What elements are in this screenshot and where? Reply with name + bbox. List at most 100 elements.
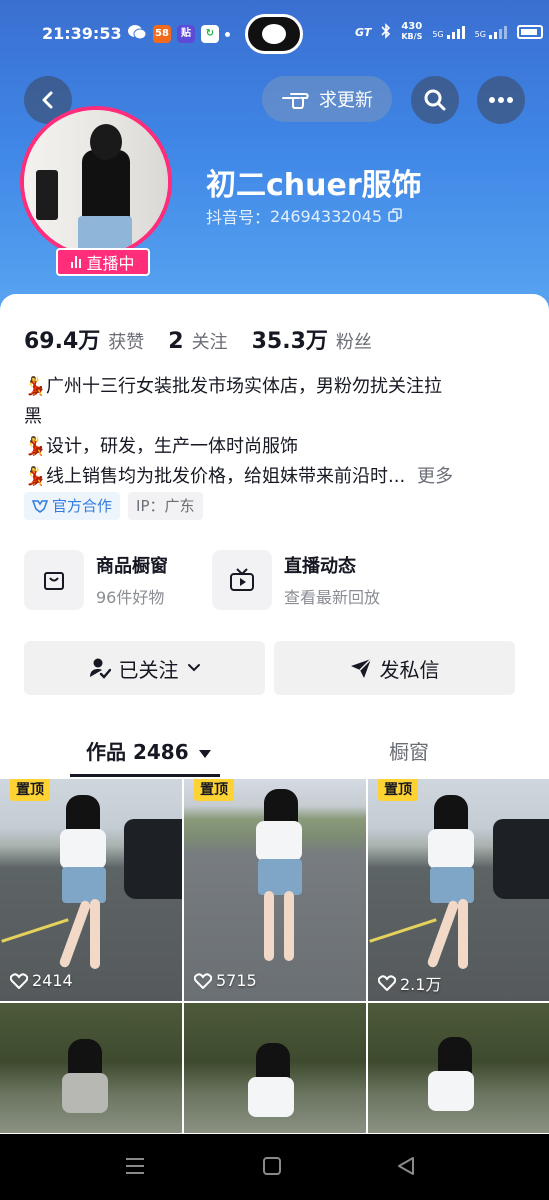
pinned-badge: 置顶 — [194, 779, 234, 801]
signal-2-icon: 5G — [474, 25, 507, 39]
net-speed-value: 430 — [401, 21, 423, 32]
followers-count: 35.3万 — [251, 329, 328, 354]
following-count: 2 — [168, 329, 184, 354]
heart-icon — [378, 975, 396, 991]
followed-button[interactable]: 已关注 — [24, 641, 265, 695]
ip-location-tag: IP：广东 — [128, 492, 203, 520]
bio-line: 💃线上销售均为批发价格，给姐妹带来前沿时... 更多 — [24, 462, 524, 492]
gt-icon: GT — [355, 25, 372, 39]
home-square-icon — [263, 1157, 281, 1175]
bio-line: 💃广州十三行女装批发市场实体店，男粉勿扰关注拉 — [24, 372, 524, 402]
heart-icon — [10, 972, 28, 989]
live-badge-label: 直播中 — [86, 254, 135, 273]
avatar — [20, 106, 172, 258]
battery-icon — [516, 25, 543, 39]
content-tabs: 作品 2486 橱窗 — [0, 728, 549, 778]
bluetooth-icon — [381, 22, 391, 42]
wechat-icon — [127, 24, 147, 44]
video-thumbnail[interactable]: 置顶 2414 — [0, 779, 182, 1001]
dynamic-island — [245, 14, 303, 54]
search-icon — [424, 89, 446, 111]
signal-1-icon: 5G — [432, 25, 465, 39]
likes-label: 获赞 — [108, 332, 145, 353]
live-replay-title: 直播动态 — [284, 556, 356, 577]
bio-line: 黑 — [24, 402, 524, 432]
live-tv-icon — [212, 550, 272, 610]
profile-name: 初二chuer服饰 — [206, 168, 422, 203]
followers-stat[interactable]: 35.3万 粉丝 — [252, 323, 372, 355]
network-type-1: 5G — [432, 29, 444, 39]
pinned-badge: 置顶 — [10, 779, 50, 801]
back-triangle-icon — [398, 1157, 414, 1175]
video-grid: 置顶 2414 置顶 5715 置顶 2.1万 — [0, 779, 549, 1133]
request-update-button[interactable]: 求更新 — [262, 76, 392, 122]
douyin-id: 抖音号： 24694332045 — [206, 204, 402, 228]
bio-line-text: 设计，研发，生产一体时尚服饰 — [46, 436, 298, 457]
pinned-badge: 置顶 — [378, 779, 418, 801]
official-partner-label: 官方合作 — [52, 497, 113, 515]
video-likes-count: 2.1万 — [400, 975, 442, 994]
send-message-label: 发私信 — [379, 657, 440, 682]
status-indicators: GT 430 KB/S 5G 5G — [355, 22, 543, 42]
58-app-icon: 58 — [153, 25, 171, 43]
video-thumbnail[interactable] — [184, 1003, 366, 1133]
douyin-id-value: 24694332045 — [270, 206, 382, 226]
send-icon — [350, 658, 372, 678]
bio-more-link[interactable]: 更多 — [417, 466, 453, 487]
home-button[interactable] — [262, 1156, 282, 1180]
official-partner-tag[interactable]: 官方合作 — [24, 492, 121, 520]
system-nav-bar — [0, 1134, 549, 1200]
profile-tags: 官方合作 IP：广东 — [24, 492, 203, 520]
active-tab-indicator — [70, 774, 220, 777]
shop-window-shortcut[interactable]: 商品橱窗 96件好物 — [24, 550, 168, 610]
ip-location-label: IP：广东 — [136, 497, 195, 515]
profile-shortcuts: 商品橱窗 96件好物 直播动态 查看最新回放 — [24, 550, 380, 610]
tab-works-label: 作品 2486 — [86, 740, 189, 764]
pointing-hand-icon — [282, 93, 309, 109]
system-back-button[interactable] — [396, 1156, 416, 1180]
send-message-button[interactable]: 发私信 — [274, 641, 515, 695]
more-dots-icon — [489, 97, 513, 103]
bio-line-text: 广州十三行女装批发市场实体店，男粉勿扰关注拉 — [46, 376, 442, 397]
video-likes-count: 2414 — [32, 971, 73, 990]
douyin-id-label: 抖音号： — [206, 208, 271, 227]
likes-count: 69.4万 — [24, 329, 101, 354]
live-replay-subtitle: 查看最新回放 — [284, 588, 381, 607]
bio-line: 💃设计，研发，生产一体时尚服饰 — [24, 432, 524, 462]
more-options-button[interactable] — [477, 76, 525, 124]
bio-line-text: 线上销售均为批发价格，给姐妹带来前沿时... — [46, 466, 406, 487]
video-likes: 5715 — [194, 971, 257, 990]
notification-icons: 58 贴 ↻ — [127, 24, 230, 44]
copy-icon[interactable] — [388, 207, 402, 226]
menu-lines-icon — [126, 1158, 144, 1174]
video-thumbnail[interactable] — [0, 1003, 182, 1133]
network-type-2: 5G — [474, 29, 486, 39]
refresh-app-icon: ↻ — [201, 25, 219, 43]
video-likes-count: 5715 — [216, 971, 257, 990]
bio-line-text: 黑 — [24, 406, 42, 427]
shop-window-title: 商品橱窗 — [96, 556, 168, 577]
profile-bio: 💃广州十三行女装批发市场实体店，男粉勿扰关注拉 黑 💃设计，研发，生产一体时尚服… — [24, 372, 524, 492]
video-likes: 2.1万 — [378, 971, 441, 995]
video-thumbnail[interactable]: 置顶 5715 — [184, 779, 366, 1001]
recent-apps-button[interactable] — [124, 1156, 146, 1180]
shopping-bag-icon — [24, 550, 84, 610]
likes-stat: 69.4万 获赞 — [24, 323, 144, 355]
followed-label: 已关注 — [118, 657, 179, 682]
video-thumbnail[interactable] — [368, 1003, 549, 1133]
video-thumbnail[interactable]: 置顶 2.1万 — [368, 779, 549, 1001]
dancer-emoji-icon: 💃 — [24, 466, 47, 487]
tab-works[interactable]: 作品 2486 — [86, 736, 212, 765]
avatar-live-button[interactable]: 直播中 — [20, 106, 188, 276]
user-check-icon — [89, 658, 111, 679]
search-button[interactable] — [411, 76, 459, 124]
dancer-emoji-icon: 💃 — [24, 436, 47, 457]
net-speed: 430 KB/S — [401, 22, 422, 42]
request-update-label: 求更新 — [319, 90, 373, 111]
tab-showcase[interactable]: 橱窗 — [389, 736, 429, 765]
live-replay-shortcut[interactable]: 直播动态 查看最新回放 — [212, 550, 380, 610]
followers-label: 粉丝 — [335, 332, 372, 353]
chevron-down-icon — [187, 664, 200, 672]
following-label: 关注 — [191, 332, 228, 353]
following-stat[interactable]: 2 关注 — [168, 328, 227, 354]
